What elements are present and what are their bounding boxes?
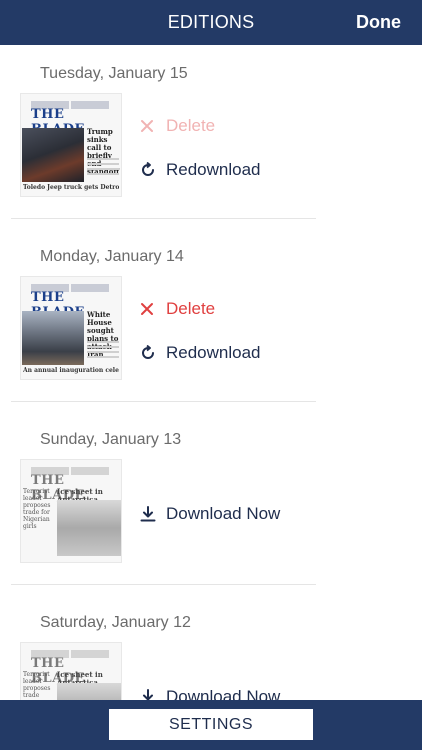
edition-row: Monday, January 14 THE BLADE White House…	[0, 228, 422, 411]
front-page-photo	[57, 500, 121, 556]
x-icon	[140, 119, 160, 133]
download-label: Download Now	[166, 687, 281, 700]
edition-thumbnail[interactable]: THE BLADE White House sought plans to at…	[20, 276, 122, 380]
edition-date: Saturday, January 12	[40, 614, 191, 631]
refresh-icon	[140, 162, 160, 178]
text-lines	[87, 158, 119, 178]
download-icon	[140, 689, 160, 700]
edition-thumbnail[interactable]: THE BLADE Terrorist leader proposes trad…	[20, 642, 122, 700]
nav-bar: EDITIONS Done	[0, 0, 422, 45]
edition-row: Sunday, January 13 THE BLADE Terrorist l…	[0, 411, 422, 594]
delete-label: Delete	[166, 299, 216, 318]
teaser-strip	[31, 462, 111, 475]
redownload-button[interactable]: Redownload	[140, 158, 261, 182]
bottom-bar: SETTINGS	[0, 700, 422, 750]
refresh-icon	[140, 345, 160, 361]
delete-label: Delete	[166, 116, 216, 135]
redownload-label: Redownload	[166, 160, 261, 179]
teaser-strip	[31, 645, 111, 658]
edition-date: Sunday, January 13	[40, 431, 182, 448]
front-page-photo	[22, 128, 84, 182]
row-divider	[11, 401, 316, 402]
front-page-photo	[22, 311, 84, 365]
thumb-subhead: An annual inauguration celebration	[23, 367, 119, 374]
delete-button[interactable]: Delete	[140, 114, 215, 138]
redownload-button[interactable]: Redownload	[140, 341, 261, 365]
row-divider	[11, 218, 316, 219]
thumb-left-story: Terrorist leader proposes trade	[23, 671, 51, 699]
edition-thumbnail[interactable]: THE BLADE Trump sinks call to briefly en…	[20, 93, 122, 197]
edition-date: Monday, January 14	[40, 248, 184, 265]
settings-button[interactable]: SETTINGS	[109, 709, 313, 740]
teaser-strip	[31, 279, 111, 292]
done-button[interactable]: Done	[356, 0, 401, 45]
download-icon	[140, 506, 160, 522]
edition-date: Tuesday, January 15	[40, 65, 188, 82]
editions-list[interactable]: Tuesday, January 15 THE BLADE Trump sink…	[0, 45, 422, 700]
row-divider	[11, 584, 316, 585]
x-icon	[140, 302, 160, 316]
thumb-left-story: Terrorist leader proposes trade for Nige…	[23, 488, 51, 530]
download-now-button[interactable]: Download Now	[140, 502, 280, 526]
edition-row: Saturday, January 12 THE BLADE Terrorist…	[0, 594, 422, 700]
download-now-button[interactable]: Download Now	[140, 685, 280, 700]
edition-row: Tuesday, January 15 THE BLADE Trump sink…	[0, 45, 422, 228]
redownload-label: Redownload	[166, 343, 261, 362]
teaser-strip	[31, 96, 111, 109]
thumb-subhead: Toledo Jeep truck gets Detroit debut	[23, 184, 119, 191]
delete-button[interactable]: Delete	[140, 297, 215, 321]
edition-thumbnail[interactable]: THE BLADE Terrorist leader proposes trad…	[20, 459, 122, 563]
text-lines	[87, 341, 119, 361]
front-page-photo	[57, 683, 121, 700]
download-label: Download Now	[166, 504, 281, 523]
